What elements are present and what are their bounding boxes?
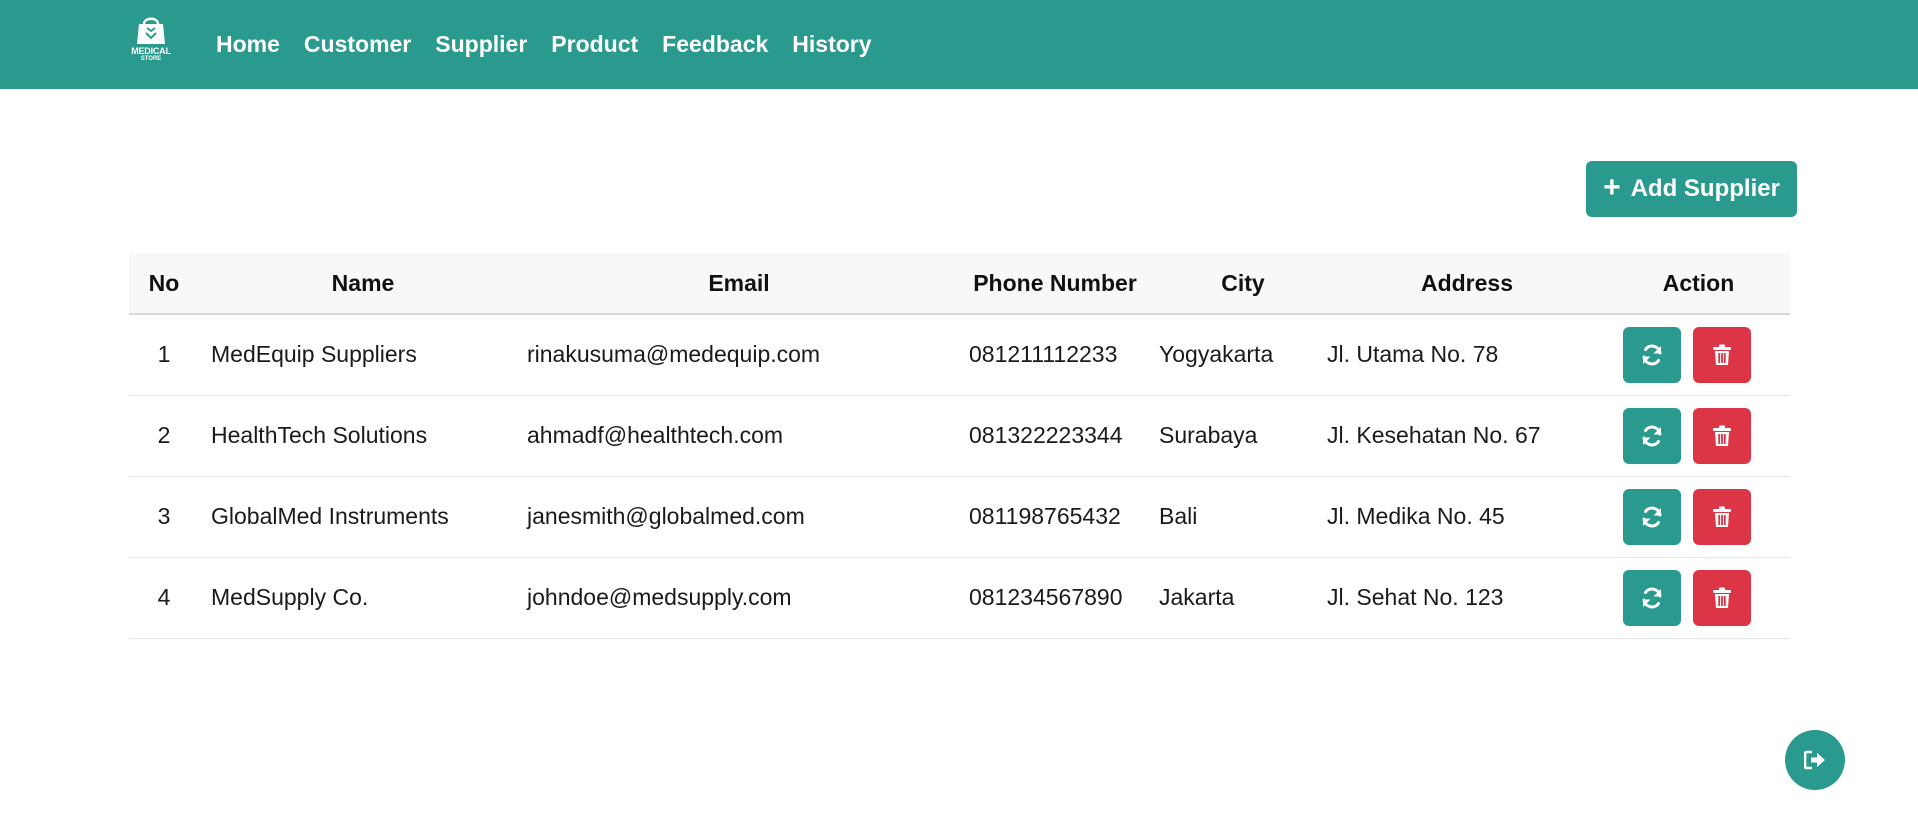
trash-icon xyxy=(1713,425,1731,446)
table-row: 1 MedEquip Suppliers rinakusuma@medequip… xyxy=(129,314,1790,395)
add-supplier-button[interactable]: + Add Supplier xyxy=(1586,161,1797,217)
cell-action xyxy=(1607,557,1790,638)
trash-icon xyxy=(1713,587,1731,608)
refresh-icon xyxy=(1642,425,1662,446)
cell-phone: 081198765432 xyxy=(969,503,1121,529)
update-button[interactable] xyxy=(1623,407,1681,464)
column-header-name: Name xyxy=(331,269,395,296)
nav-link-feedback[interactable]: Feedback xyxy=(662,31,768,58)
cell-phone: 081234567890 xyxy=(969,584,1123,610)
column-header-phone: Phone Number xyxy=(973,269,1137,296)
cell-action xyxy=(1607,395,1790,476)
cell-city: Jakarta xyxy=(1159,584,1235,610)
nav-link-product[interactable]: Product xyxy=(551,31,638,58)
cell-city: Surabaya xyxy=(1159,422,1258,448)
column-header-email: Email xyxy=(708,269,770,296)
column-header-city: City xyxy=(1221,269,1265,296)
nav-link-home[interactable]: Home xyxy=(216,31,280,58)
refresh-icon xyxy=(1642,587,1662,608)
cell-action xyxy=(1607,476,1790,557)
supplier-table: No Name Email Phone Number City Address … xyxy=(129,253,1790,639)
nav-link-supplier[interactable]: Supplier xyxy=(435,31,527,58)
delete-button[interactable] xyxy=(1693,326,1751,383)
cell-phone: 081211112233 xyxy=(969,341,1118,368)
brand-subtitle: STORE xyxy=(140,56,162,62)
trash-icon xyxy=(1713,506,1731,527)
cell-no: 1 xyxy=(157,341,171,368)
cell-city: Yogyakarta xyxy=(1159,341,1274,368)
cell-address: Jl. Kesehatan No. 67 xyxy=(1327,422,1541,448)
trash-icon xyxy=(1713,344,1731,365)
cell-action xyxy=(1607,314,1790,395)
update-button[interactable] xyxy=(1623,326,1681,383)
cell-name: MedSupply Co. xyxy=(211,584,369,610)
delete-button[interactable] xyxy=(1693,569,1751,626)
cell-email: janesmith@globalmed.com xyxy=(527,503,805,529)
nav-link-customer[interactable]: Customer xyxy=(304,31,411,58)
cell-address: Jl. Utama No. 78 xyxy=(1327,341,1499,368)
cell-no: 4 xyxy=(157,584,171,610)
add-supplier-label: Add Supplier xyxy=(1630,175,1780,202)
nav-links: Home Customer Supplier Product Feedback … xyxy=(216,0,896,89)
nav-link-history[interactable]: History xyxy=(792,31,871,58)
column-header-address: Address xyxy=(1420,269,1514,296)
update-button[interactable] xyxy=(1623,569,1681,626)
cell-no: 2 xyxy=(157,422,171,448)
supplier-table-container: No Name Email Phone Number City Address … xyxy=(129,253,1790,639)
navbar: MEDICAL STORE Home Customer Supplier Pro… xyxy=(0,0,1918,89)
column-header-no: No xyxy=(148,269,180,296)
shopping-bag-icon xyxy=(137,17,165,44)
cell-no: 3 xyxy=(157,503,171,529)
cell-address: Jl. Sehat No. 123 xyxy=(1327,584,1504,610)
brand-name: MEDICAL xyxy=(131,46,171,56)
refresh-icon xyxy=(1642,344,1662,366)
logout-button[interactable] xyxy=(1785,730,1845,790)
cell-email: ahmadf@healthtech.com xyxy=(527,422,784,448)
table-row: 3 GlobalMed Instruments janesmith@global… xyxy=(129,476,1790,557)
delete-button[interactable] xyxy=(1693,488,1751,545)
plus-icon: + xyxy=(1603,170,1621,204)
logout-icon xyxy=(1804,750,1825,770)
column-header-action: Action xyxy=(1662,269,1735,296)
cell-name: MedEquip Suppliers xyxy=(211,341,417,368)
update-button[interactable] xyxy=(1623,488,1681,545)
cell-email: johndoe@medsupply.com xyxy=(527,584,792,610)
cell-name: HealthTech Solutions xyxy=(211,422,428,448)
cell-name: GlobalMed Instruments xyxy=(211,503,449,529)
cell-phone: 081322223344 xyxy=(969,422,1123,448)
cell-address: Jl. Medika No. 45 xyxy=(1327,503,1505,529)
table-row: 4 MedSupply Co. johndoe@medsupply.com 08… xyxy=(129,557,1790,638)
brand-logo[interactable]: MEDICAL STORE xyxy=(128,14,174,70)
cell-city: Bali xyxy=(1159,503,1198,529)
cell-email: rinakusuma@medequip.com xyxy=(527,341,821,368)
table-row: 2 HealthTech Solutions ahmadf@healthtech… xyxy=(129,395,1790,476)
delete-button[interactable] xyxy=(1693,407,1751,464)
table-header-row: No Name Email Phone Number City Address … xyxy=(129,253,1790,314)
refresh-icon xyxy=(1642,506,1662,527)
